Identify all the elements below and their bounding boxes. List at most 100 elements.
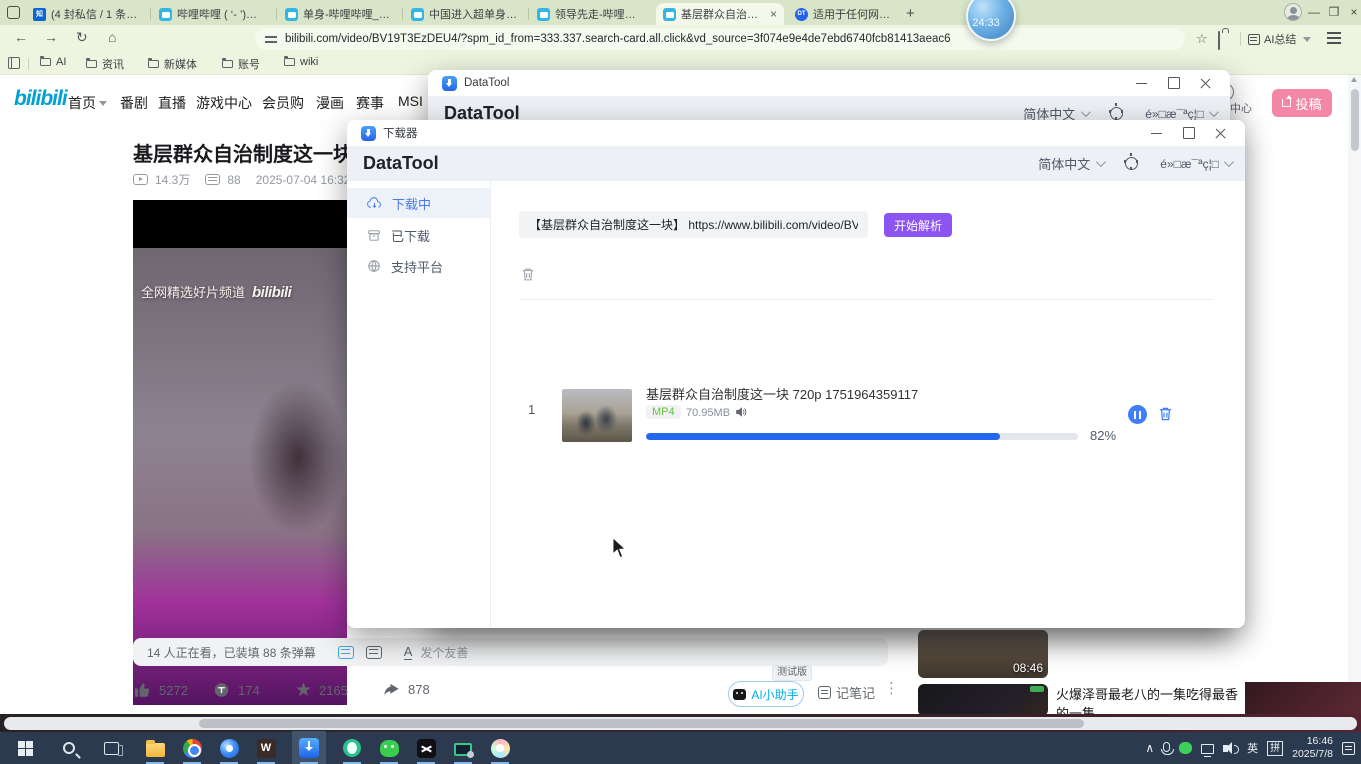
- start-button[interactable]: [13, 736, 37, 760]
- language-selector[interactable]: 简体中文: [1038, 154, 1103, 173]
- danmaku-style-icon[interactable]: A: [404, 645, 413, 660]
- nav-home[interactable]: 首页: [68, 93, 107, 113]
- nav-live[interactable]: 直播: [158, 93, 186, 113]
- ai-assistant-button[interactable]: AI小助手: [728, 681, 804, 707]
- like-button[interactable]: 5272: [133, 681, 188, 699]
- nav-manga[interactable]: 漫画: [316, 93, 344, 113]
- sidebar-item-downloaded[interactable]: 已下载: [347, 220, 490, 250]
- danmaku-placeholder[interactable]: 发个友善: [420, 644, 468, 661]
- taskbar-clock[interactable]: 16:46 2025/7/8: [1292, 735, 1333, 761]
- video-player[interactable]: 全网精选好片频道bilibili: [133, 200, 347, 705]
- download-url-input[interactable]: [519, 211, 868, 238]
- take-notes-button[interactable]: 记笔记: [818, 683, 875, 702]
- sidebar-panel-icon[interactable]: [8, 57, 20, 69]
- flower-app-button[interactable]: [488, 736, 512, 760]
- pause-button[interactable]: [1128, 405, 1147, 424]
- horizontal-scrollbar-thumb[interactable]: [199, 719, 1084, 728]
- green-app-button[interactable]: [340, 736, 364, 760]
- url-text[interactable]: bilibili.com/video/BV19T3EzDEU4/?spm_id_…: [285, 33, 951, 45]
- danmaku-settings-icon[interactable]: [366, 646, 382, 659]
- account-menu[interactable]: é»□æ¯ªç¦□: [1160, 157, 1231, 171]
- tab-close-icon[interactable]: ×: [770, 7, 777, 21]
- site-permissions-icon[interactable]: [265, 34, 277, 44]
- scroll-up-icon[interactable]: [1351, 77, 1357, 82]
- browser-close-button[interactable]: ×: [1344, 5, 1361, 19]
- submit-video-button[interactable]: 投稿: [1272, 89, 1332, 117]
- browser-maximize-button[interactable]: ❐: [1324, 5, 1344, 19]
- nav-vip-shop[interactable]: 会员购: [262, 93, 304, 113]
- minimize-icon[interactable]: [1141, 120, 1173, 146]
- taskbar-search-button[interactable]: [57, 736, 81, 760]
- downloader-titlebar[interactable]: 下载器: [347, 120, 1245, 146]
- browser-minimize-button[interactable]: —: [1304, 5, 1324, 19]
- volume-icon[interactable]: [1223, 745, 1228, 752]
- bilibili-logo[interactable]: bilibili: [14, 87, 67, 111]
- scrollbar-thumb[interactable]: [1351, 89, 1359, 151]
- danmaku-toggle-icon[interactable]: [338, 646, 354, 659]
- screen-share-button[interactable]: [451, 736, 475, 760]
- bookmark-account[interactable]: 账号: [222, 56, 260, 72]
- datatool-titlebar[interactable]: DataTool: [428, 70, 1230, 96]
- vertical-scrollbar[interactable]: [1348, 75, 1361, 716]
- file-explorer-button[interactable]: [143, 736, 167, 760]
- nav-bangumi[interactable]: 番剧: [120, 93, 148, 113]
- refresh-icon[interactable]: ↻: [76, 29, 88, 46]
- account-menu[interactable]: é»□æ¯ªç¦□: [1145, 107, 1216, 121]
- close-icon[interactable]: [1205, 120, 1237, 146]
- tab-dt-extension[interactable]: DT 适用于任何网站的快速: [788, 3, 898, 25]
- tab-bili-3[interactable]: 中国进入超单身时代_: [404, 3, 526, 25]
- creator-center-label[interactable]: 中心: [1230, 100, 1252, 116]
- network-icon[interactable]: [1201, 744, 1214, 754]
- forward-icon[interactable]: →: [44, 29, 58, 45]
- tab-bili-4[interactable]: 领导先走-哔哩哔哩_b: [530, 3, 652, 25]
- tab-bili-2[interactable]: 单身-哔哩哔哩_bilibili: [278, 3, 400, 25]
- wps-button[interactable]: W: [254, 736, 278, 760]
- bookmark-ai[interactable]: AI: [40, 56, 66, 68]
- coin-button[interactable]: 174: [212, 681, 260, 699]
- recommend-card-thumb[interactable]: 08:46: [918, 630, 1048, 678]
- nav-game-center[interactable]: 游戏中心: [196, 93, 252, 113]
- bookmark-wiki[interactable]: wiki: [284, 56, 318, 68]
- theme-toggle-icon[interactable]: [1110, 107, 1123, 120]
- maximize-icon[interactable]: [1158, 70, 1190, 96]
- sidebar-item-downloading[interactable]: 下载中: [347, 188, 490, 218]
- maximize-icon[interactable]: [1173, 120, 1205, 146]
- browser-profile-avatar[interactable]: [1284, 3, 1302, 21]
- browser-menu-icon[interactable]: [1327, 32, 1341, 34]
- bookmark-news[interactable]: 资讯: [86, 56, 124, 72]
- share-button[interactable]: 878: [382, 681, 430, 698]
- minimize-icon[interactable]: [1126, 70, 1158, 96]
- theme-toggle-icon[interactable]: [1125, 157, 1138, 170]
- tray-expand-icon[interactable]: ∧: [1145, 741, 1154, 755]
- home-icon[interactable]: ⌂: [108, 29, 116, 45]
- clear-list-trash-icon[interactable]: [520, 266, 536, 283]
- sidebar-item-platforms[interactable]: 支持平台: [347, 251, 490, 281]
- tab-active-video[interactable]: 基层群众自治制度 ×: [656, 3, 784, 25]
- address-bar[interactable]: bilibili.com/video/BV19T3EzDEU4/?spm_id_…: [255, 28, 1185, 50]
- bookmark-media[interactable]: 新媒体: [148, 56, 197, 72]
- language-indicator[interactable]: 英: [1247, 740, 1258, 756]
- nav-msi[interactable]: MSI: [398, 93, 423, 109]
- microphone-icon[interactable]: [1163, 742, 1170, 752]
- ai-summary-button[interactable]: AI总结: [1248, 29, 1311, 49]
- action-center-icon[interactable]: [1342, 742, 1355, 755]
- tab-zhihu[interactable]: 知 (4 封私信 / 1 条消息): [26, 3, 148, 25]
- wechat-tray-icon[interactable]: [1179, 742, 1192, 754]
- bookmark-star-icon[interactable]: ☆: [1196, 31, 1208, 47]
- delete-item-trash-icon[interactable]: [1157, 405, 1174, 423]
- more-options-icon[interactable]: ⋮: [884, 679, 899, 697]
- ime-indicator[interactable]: 拼: [1267, 741, 1283, 756]
- nav-esports[interactable]: 赛事: [356, 93, 384, 113]
- tab-search-icon[interactable]: [7, 6, 20, 19]
- favorite-button[interactable]: ★ 2165: [295, 681, 348, 700]
- datatool-taskbar-button[interactable]: [297, 736, 321, 760]
- new-tab-button[interactable]: +: [906, 5, 915, 22]
- close-icon[interactable]: [1190, 70, 1222, 96]
- capcut-button[interactable]: [414, 736, 438, 760]
- tab-bili-home[interactable]: 哔哩哔哩 ( ‘- ’)つロ: [152, 3, 274, 25]
- task-view-button[interactable]: [99, 736, 123, 760]
- start-parse-button[interactable]: 开始解析: [884, 213, 952, 237]
- recommend-card-thumb[interactable]: [918, 684, 1048, 716]
- extensions-icon[interactable]: [1218, 31, 1220, 50]
- chrome-button[interactable]: [180, 736, 204, 760]
